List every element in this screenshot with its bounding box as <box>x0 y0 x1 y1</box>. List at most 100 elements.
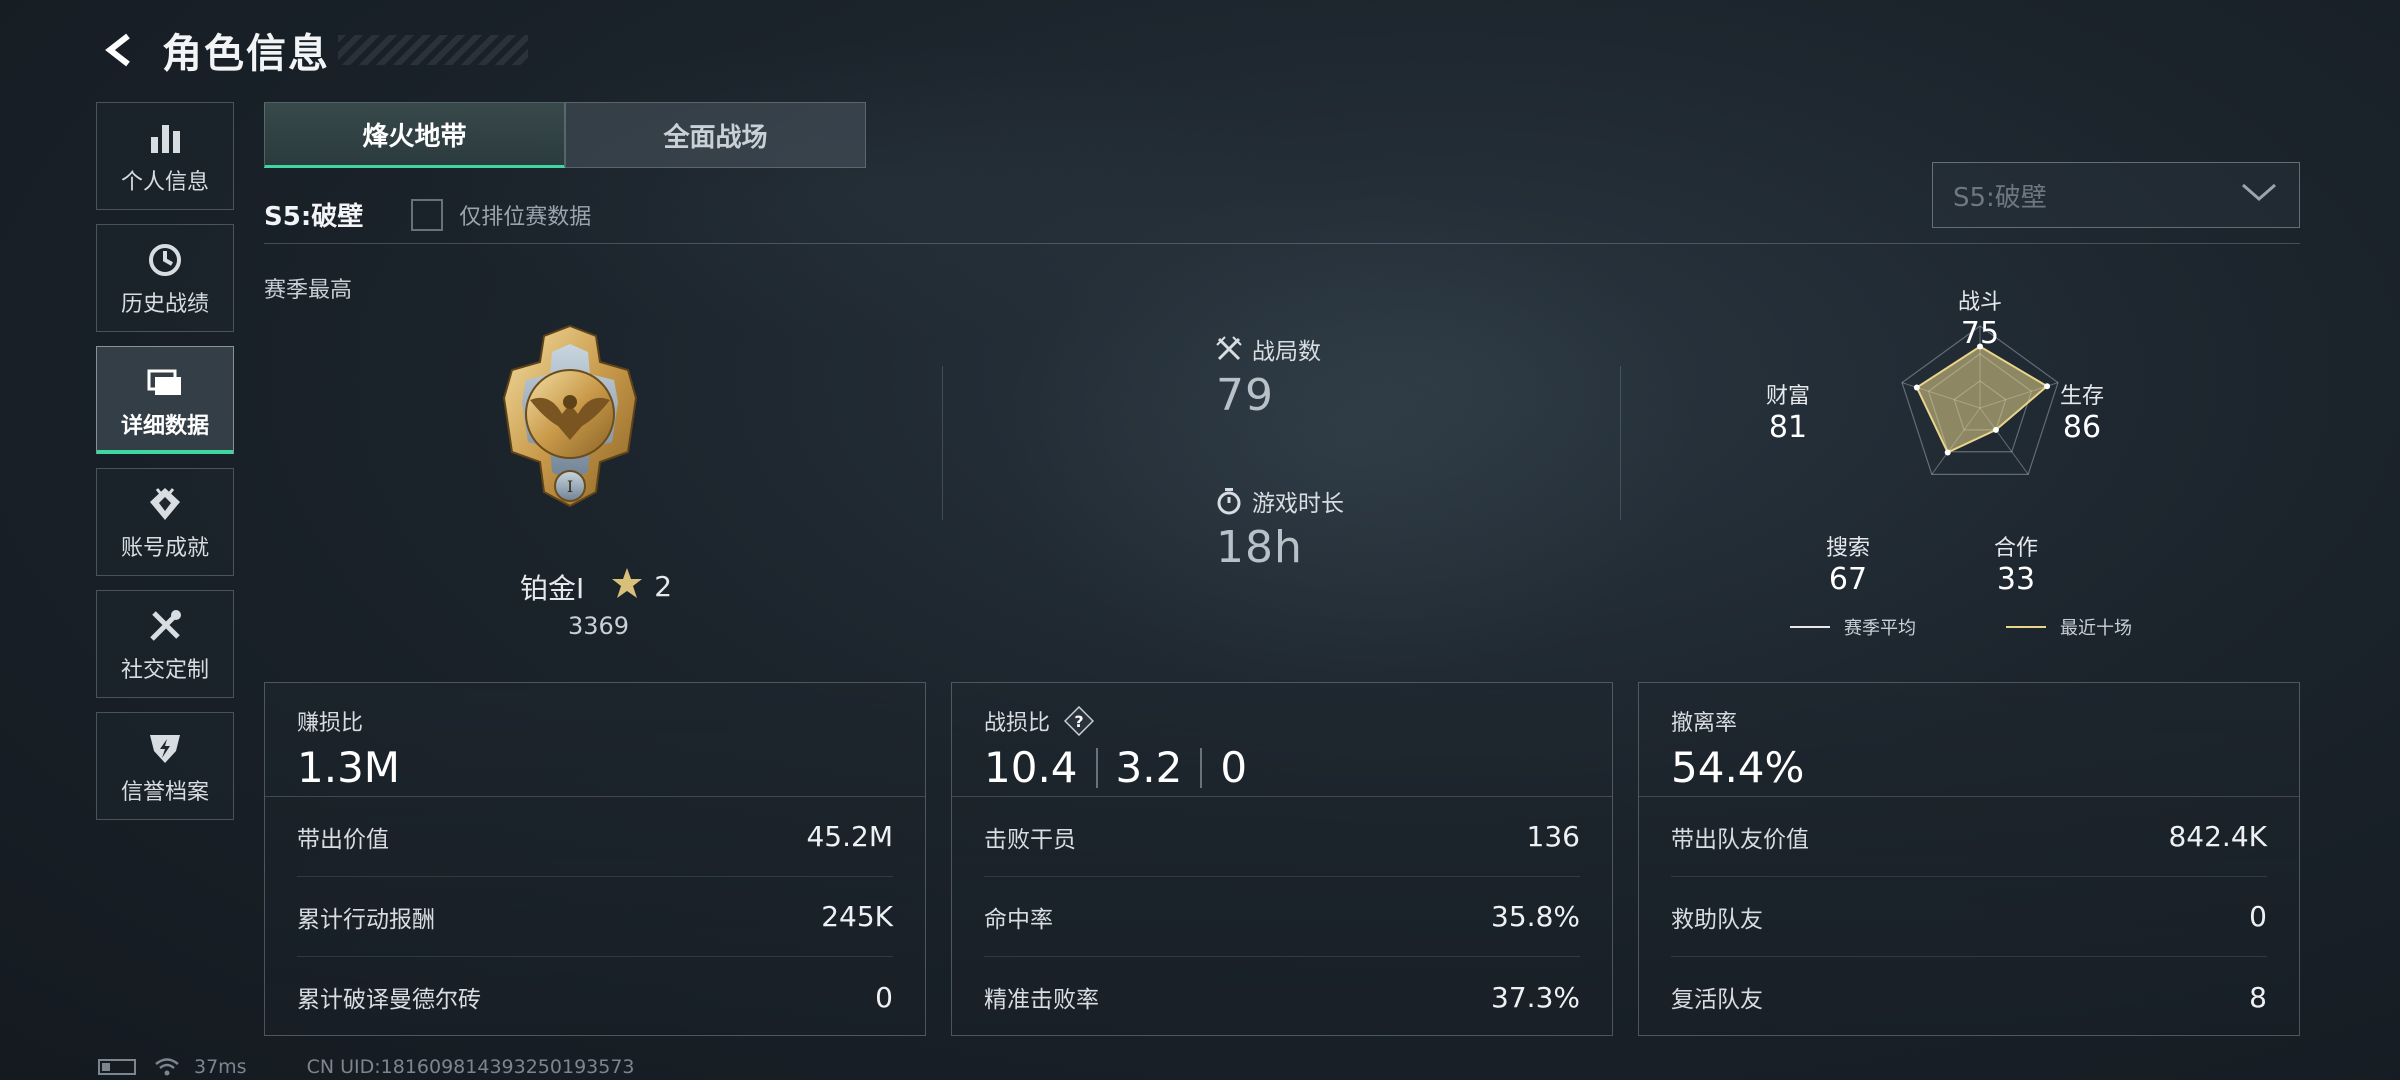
section-title: 赛季最高 <box>264 278 353 303</box>
title-decoration <box>338 35 528 65</box>
radar-axis-survival: 生存 86 <box>2059 384 2104 445</box>
sidebar-item-label: 账号成就 <box>120 536 209 561</box>
matches-stat: 战局数 79 <box>1216 332 1321 421</box>
svg-text:?: ? <box>1074 712 1083 731</box>
row-label: 击败干员 <box>984 826 1076 853</box>
divider <box>1620 366 1621 520</box>
extract-card: 撤离率 54.4% 带出队友价值 842.4K 救助队友 0 复活队友 8 <box>1638 682 2300 1036</box>
radar-axis-combat: 战斗 75 <box>1957 290 2002 351</box>
season-row: S5:破壁 仅排位赛数据 S5:破壁 <box>264 162 2300 244</box>
radar-point <box>1944 449 1951 456</box>
header: 角色信息 <box>98 22 528 78</box>
star-icon <box>610 566 644 607</box>
ping-value: 37ms <box>194 1056 247 1078</box>
row-value: 0 <box>2249 900 2267 933</box>
row-label: 复活队友 <box>1671 987 1763 1013</box>
sidebar-item-social[interactable]: 社交定制 <box>96 590 234 698</box>
sidebar-item-label: 个人信息 <box>120 170 209 195</box>
sidebar-item-personal-info[interactable]: 个人信息 <box>96 102 234 210</box>
ranked-only-label: 仅排位赛数据 <box>459 204 592 230</box>
profit-label: 赚损比 <box>297 711 364 736</box>
sidebar: 个人信息 历史战绩 详细数据 账号成就 社交定制 信誉档案 <box>96 102 234 834</box>
row-value: 136 <box>1526 820 1580 853</box>
row-value: 45.2M <box>806 820 893 853</box>
sidebar-item-achievements[interactable]: 账号成就 <box>96 468 234 576</box>
tools-icon <box>146 604 184 648</box>
kd-values: 10.4 3.2 0 <box>984 743 1580 792</box>
row-label: 命中率 <box>984 906 1053 933</box>
extract-label: 撤离率 <box>1671 711 1738 736</box>
playtime-value: 18h <box>1216 522 1303 573</box>
row-value: 245K <box>821 900 893 933</box>
matches-label: 战局数 <box>1252 339 1321 365</box>
row-value: 842.4K <box>2168 820 2267 853</box>
chevron-down-icon <box>2239 181 2279 209</box>
row-label: 救助队友 <box>1671 906 1763 933</box>
stopwatch-icon <box>1216 487 1242 515</box>
legend-line <box>1790 626 1830 628</box>
ranked-only-checkbox[interactable] <box>411 198 444 231</box>
row-value: 8 <box>2249 980 2267 1014</box>
rank-name: 铂金Ⅰ <box>520 571 585 605</box>
row-value: 0 <box>875 980 893 1014</box>
radar-chart: 战斗 75 生存 86 合作 33 搜索 67 财富 81 <box>1766 278 2180 618</box>
wifi-icon <box>154 1057 180 1077</box>
back-arrow-icon[interactable] <box>98 28 142 72</box>
radar-series-recent <box>1915 345 2049 454</box>
legend-recent-ten: 最近十场 <box>2006 614 2132 640</box>
tab-full-battlefield[interactable]: 全面战场 <box>565 102 866 168</box>
row-label: 带出队友价值 <box>1671 826 1809 853</box>
kd-value-3: 0 <box>1220 743 1248 792</box>
profit-card: 赚损比 1.3M 带出价值 45.2M 累计行动报酬 245K 累计破译曼德尔砖… <box>264 682 926 1036</box>
bar-chart-icon <box>147 116 183 160</box>
playtime-label: 游戏时长 <box>1252 491 1344 517</box>
tab-beacon-zone[interactable]: 烽火地带 <box>264 102 565 168</box>
folders-icon <box>145 360 185 404</box>
rank-name-row: 铂金Ⅰ 2 <box>520 566 672 607</box>
rank-badge-icon: I <box>500 322 640 522</box>
stat-row: 带出队友价值 842.4K <box>1671 797 2267 877</box>
stat-row: 累计行动报酬 245K <box>297 877 893 957</box>
stat-row: 精准击败率 37.3% <box>984 957 1580 1037</box>
legend-line <box>2006 626 2046 628</box>
status-footer: 37ms CN UID:1816098143932501935​73 <box>98 1056 635 1078</box>
row-label: 精准击败率 <box>984 987 1099 1013</box>
page-title: 角色信息 <box>162 31 330 77</box>
stat-row: 复活队友 8 <box>1671 957 2267 1037</box>
kd-value-1: 10.4 <box>984 743 1078 792</box>
svg-text:I: I <box>567 477 573 496</box>
radar-axis-wealth: 财富 81 <box>1765 384 1810 445</box>
row-label: 累计破译曼德尔砖 <box>297 987 481 1013</box>
kd-value-2: 3.2 <box>1115 743 1183 792</box>
kd-card: 战损比 ? 10.4 3.2 0 击败干员 136 命中率 35.8% 精准击败… <box>951 682 1613 1036</box>
stat-row: 带出价值 45.2M <box>297 797 893 877</box>
radar-axis-teamwork: 合作 33 <box>1993 536 2038 597</box>
season-select-value: S5:破壁 <box>1953 182 2047 213</box>
sidebar-item-label: 信誉档案 <box>120 780 209 805</box>
legend-label: 赛季平均 <box>1844 618 1916 639</box>
row-label: 累计行动报酬 <box>297 906 435 933</box>
sidebar-item-label: 社交定制 <box>120 658 209 683</box>
reputation-shield-icon <box>146 726 184 770</box>
radar-axis-search: 搜索 67 <box>1825 536 1870 597</box>
sidebar-item-history[interactable]: 历史战绩 <box>96 224 234 332</box>
sidebar-item-label: 历史战绩 <box>120 292 209 317</box>
radar-point <box>1913 384 1920 391</box>
matches-value: 79 <box>1216 370 1274 421</box>
rank-score: 3369 <box>568 612 630 640</box>
radar-point <box>1992 426 1999 433</box>
sidebar-item-reputation[interactable]: 信誉档案 <box>96 712 234 820</box>
season-select[interactable]: S5:破壁 <box>1932 162 2300 228</box>
help-icon[interactable]: ? <box>1064 706 1095 736</box>
row-value: 37.3% <box>1491 980 1580 1014</box>
stat-row: 累计破译曼德尔砖 0 <box>297 957 893 1037</box>
stat-row: 命中率 35.8% <box>984 877 1580 957</box>
divider <box>1200 747 1203 788</box>
legend-season-average: 赛季平均 <box>1790 614 1916 640</box>
uid-text: CN UID:1816098143932501935​73 <box>306 1056 635 1078</box>
playtime-stat: 游戏时长 18h <box>1216 484 1344 573</box>
extract-value: 54.4% <box>1671 743 1805 792</box>
sidebar-item-detailed-data[interactable]: 详细数据 <box>96 346 234 454</box>
profit-value: 1.3M <box>297 743 401 792</box>
row-label: 带出价值 <box>297 826 389 853</box>
